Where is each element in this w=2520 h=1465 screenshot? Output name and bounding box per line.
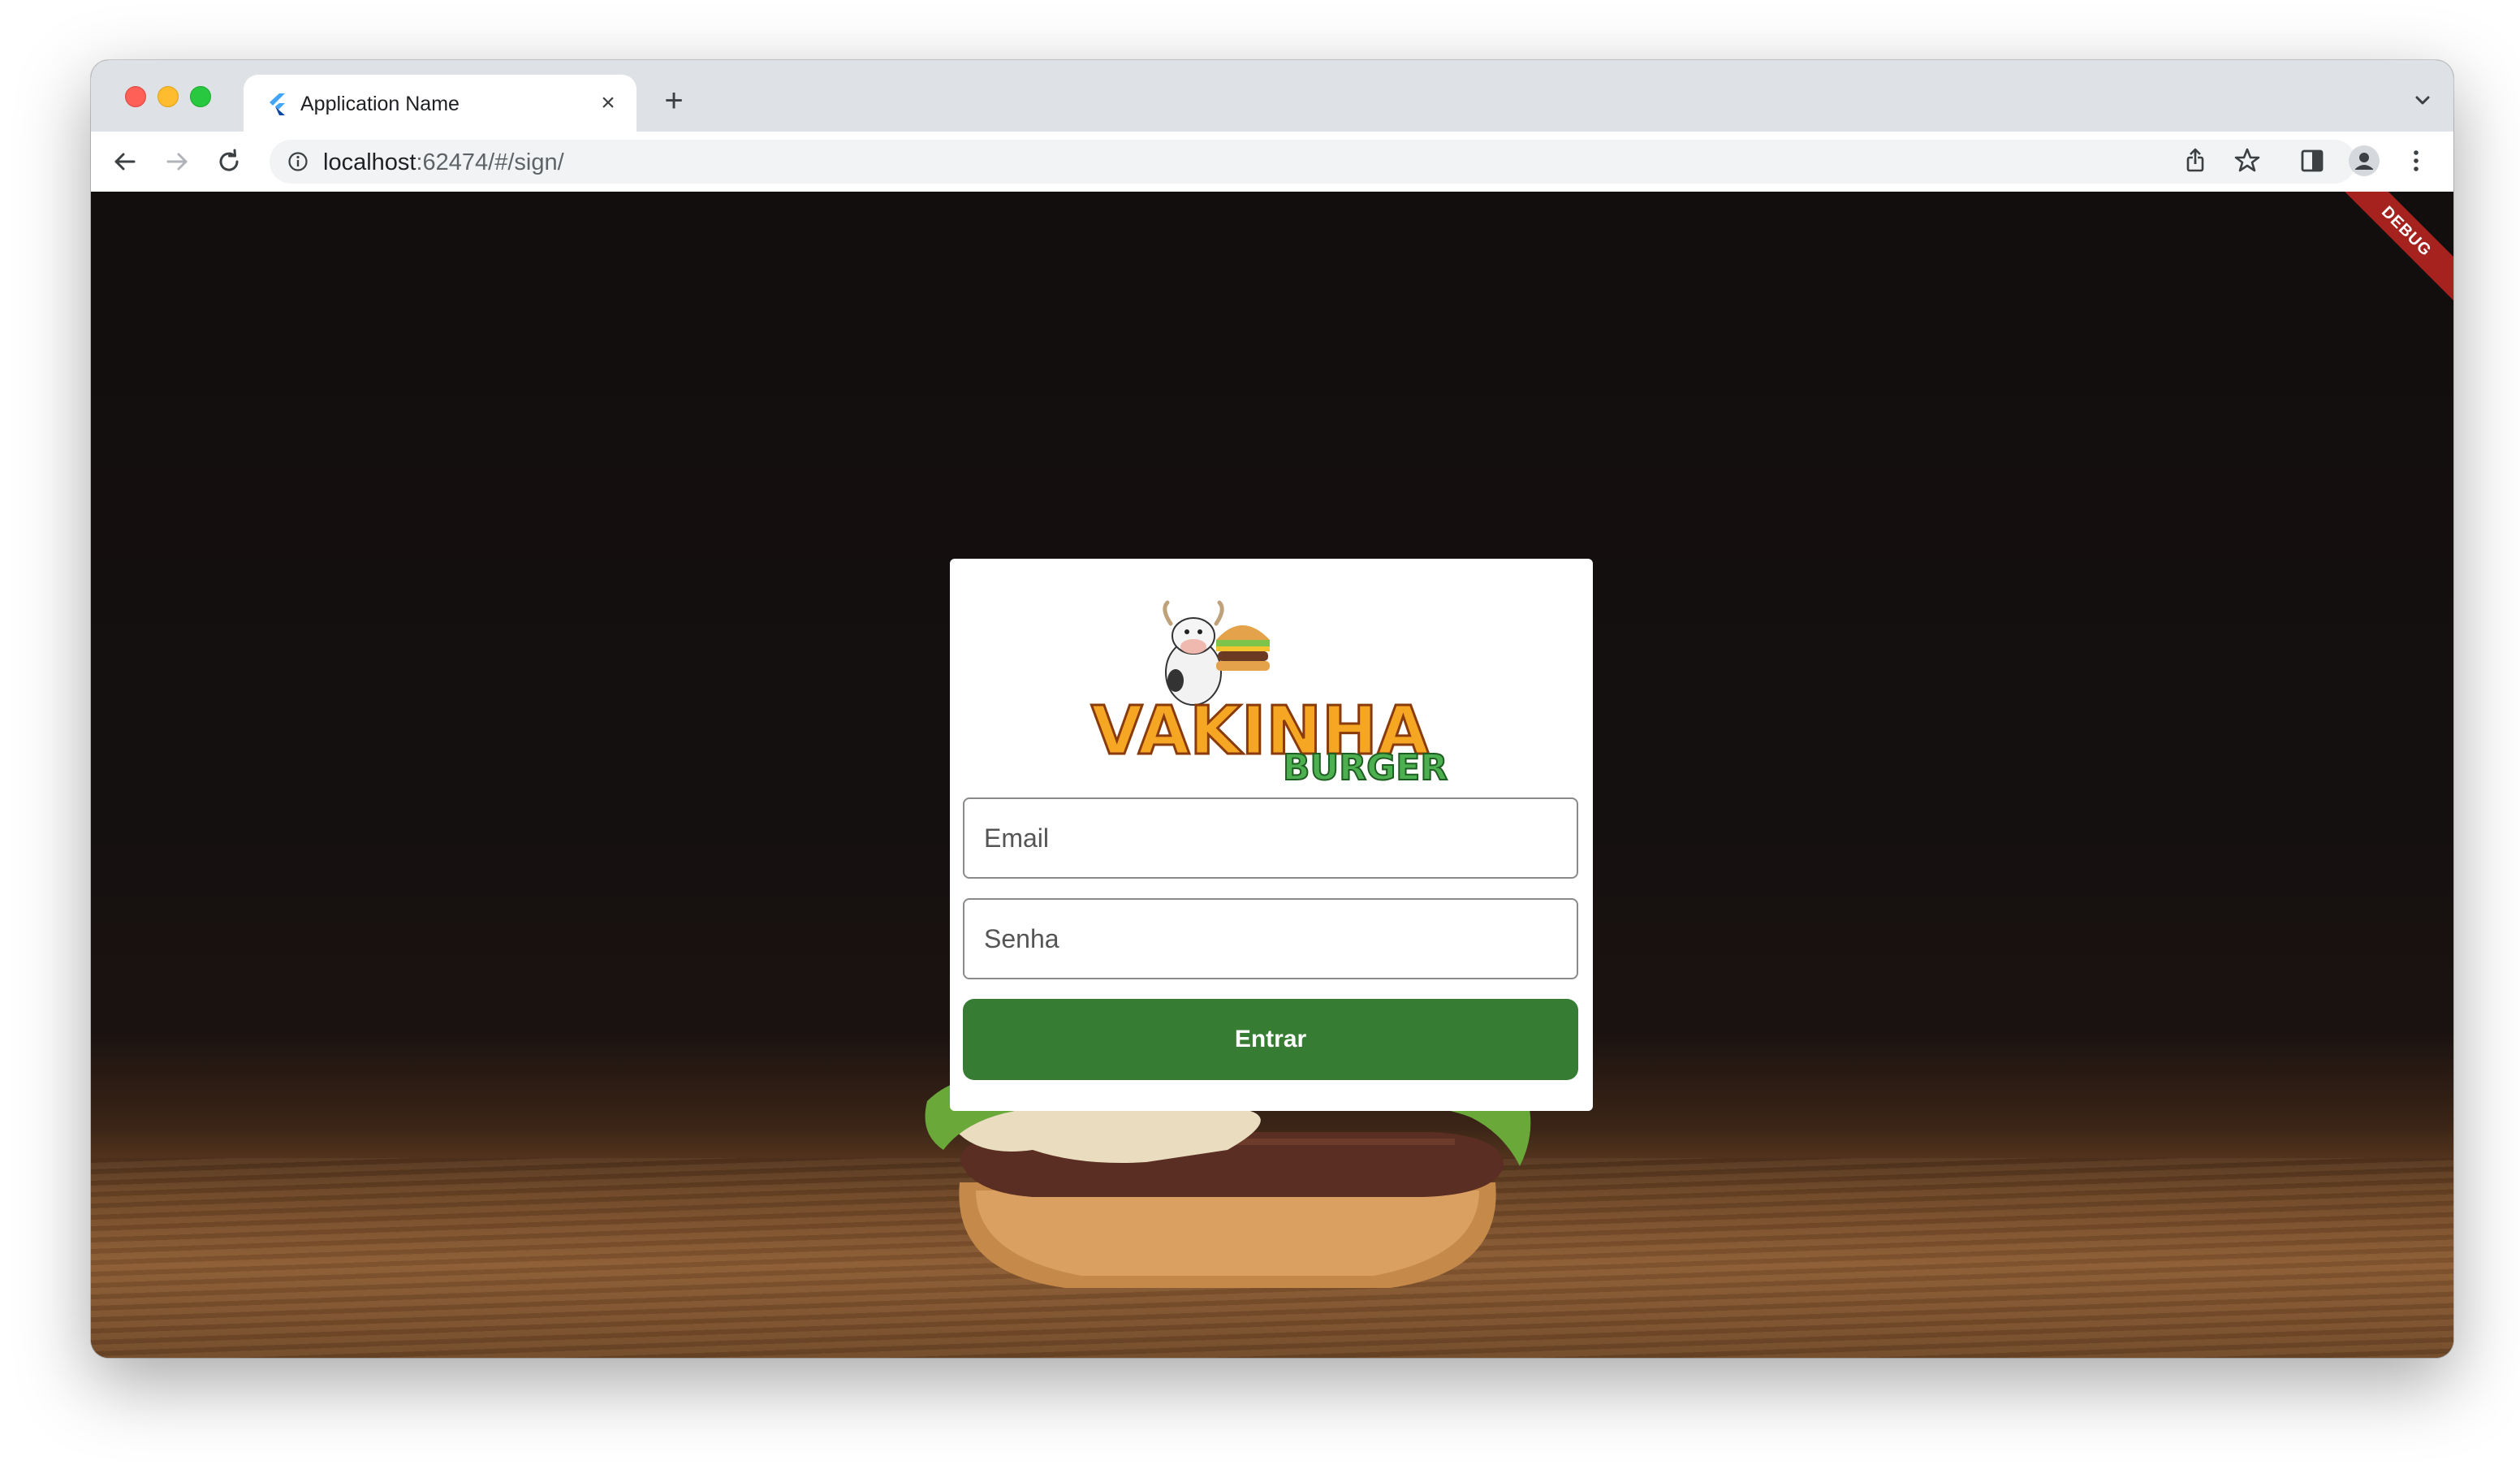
tab-application[interactable]: Application Name × xyxy=(244,75,636,132)
tab-title: Application Name xyxy=(300,93,460,115)
email-input[interactable] xyxy=(964,799,1577,877)
password-field[interactable] xyxy=(963,898,1578,979)
zoom-window-button[interactable] xyxy=(190,86,211,107)
back-arrow-icon[interactable] xyxy=(109,145,141,178)
app-content: DEBUG VAKINHA BURGER Email Entrar xyxy=(91,192,2453,1358)
browser-window: Application Name × + localhost:62474/#/s… xyxy=(91,60,2453,1358)
browser-toolbar: localhost:62474/#/sign/ xyxy=(91,132,2453,193)
new-tab-button[interactable]: + xyxy=(656,83,692,119)
logo-text-burger: BURGER xyxy=(1283,747,1448,786)
url-path: :62474/#/sign/ xyxy=(416,149,564,175)
bookmark-star-icon[interactable] xyxy=(2231,145,2263,177)
debug-banner: DEBUG xyxy=(2326,192,2453,312)
login-button[interactable]: Entrar xyxy=(963,999,1578,1080)
tab-strip: Application Name × + xyxy=(91,60,2453,132)
address-bar[interactable]: localhost:62474/#/sign/ xyxy=(270,140,2356,184)
profile-avatar-icon[interactable] xyxy=(2348,145,2380,177)
more-menu-icon[interactable] xyxy=(2400,145,2432,177)
vakinha-burger-logo: VAKINHA BURGER xyxy=(1090,600,1448,786)
chevron-down-icon[interactable] xyxy=(2410,88,2436,114)
forward-arrow-icon[interactable] xyxy=(161,145,193,178)
info-icon[interactable] xyxy=(287,151,309,172)
url-text: localhost:62474/#/sign/ xyxy=(323,149,564,176)
flutter-logo-icon xyxy=(270,93,285,115)
side-panel-icon[interactable] xyxy=(2296,145,2328,177)
tab-close-icon[interactable]: × xyxy=(594,89,622,117)
close-window-button[interactable] xyxy=(125,86,146,107)
minimize-window-button[interactable] xyxy=(158,86,179,107)
share-icon[interactable] xyxy=(2179,145,2211,177)
email-field[interactable] xyxy=(963,797,1578,879)
reload-icon[interactable] xyxy=(213,145,245,178)
password-input[interactable] xyxy=(964,900,1577,978)
login-card: VAKINHA BURGER Entrar xyxy=(950,559,1593,1111)
url-host: localhost xyxy=(323,149,416,175)
